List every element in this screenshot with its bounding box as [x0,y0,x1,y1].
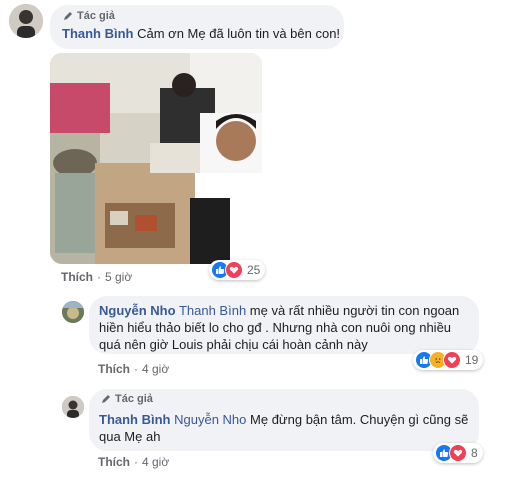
author-badge: Tác giả [62,10,115,22]
reply-actions: Thích · 4 giờ [98,455,169,469]
pencil-icon [64,12,72,20]
love-icon [225,261,243,279]
avatar-photo [9,4,43,38]
timestamp[interactable]: 4 giờ [142,455,169,469]
like-link[interactable]: Thích [98,455,130,469]
reply-author[interactable]: Thanh Bình [99,412,171,427]
comment-actions: Thích · 5 giờ [61,270,132,284]
comment-text: Cảm ơn Mẹ đã luôn tin và bên con! [137,26,341,41]
reaction-summary[interactable]: 19 [413,350,484,370]
separator-dot: · [134,362,138,376]
photo-image [50,53,262,264]
like-link[interactable]: Thích [98,362,130,376]
timestamp[interactable]: 5 giờ [105,270,132,284]
mention-link[interactable]: Nguyễn Nho [174,412,246,427]
mention-link[interactable]: Thanh Bình [179,303,246,318]
reaction-summary[interactable]: 25 [209,260,266,280]
like-link[interactable]: Thích [61,270,93,284]
love-icon [449,444,467,462]
reaction-count: 8 [471,446,478,460]
author-badge-label: Tác giả [115,393,153,405]
pencil-icon [102,395,110,403]
avatar-nguyen-nho[interactable] [62,301,84,323]
reply-actions: Thích · 4 giờ [98,362,169,376]
separator-dot: · [97,270,101,284]
reaction-count: 25 [247,263,261,277]
reply-text-line2: qua Mẹ ah [99,429,161,444]
separator-dot: · [134,455,138,469]
avatar-thanh-binh[interactable] [62,396,84,418]
reply-author[interactable]: Nguyễn Nho [99,303,176,318]
avatar-photo [62,301,84,323]
author-badge: Tác giả [100,393,153,405]
avatar-photo [62,396,84,418]
avatar-thanh-binh[interactable] [9,4,43,38]
comment-author[interactable]: Thanh Bình [62,26,134,41]
timestamp[interactable]: 4 giờ [142,362,169,376]
comment-photo[interactable] [50,53,262,264]
reaction-count: 19 [465,353,479,367]
reply-text-line2: hiền hiểu thảo biết lo cho gđ . Nhưng nh… [99,320,452,335]
author-badge-label: Tác giả [77,10,115,22]
reply-text-line1: Mẹ đừng bận tâm. Chuyện gì cũng sẽ [250,412,469,427]
reaction-summary[interactable]: 8 [433,443,483,463]
reply-text-line1: mẹ và rất nhiều người tin con ngoan [249,303,460,318]
love-icon [443,351,461,369]
